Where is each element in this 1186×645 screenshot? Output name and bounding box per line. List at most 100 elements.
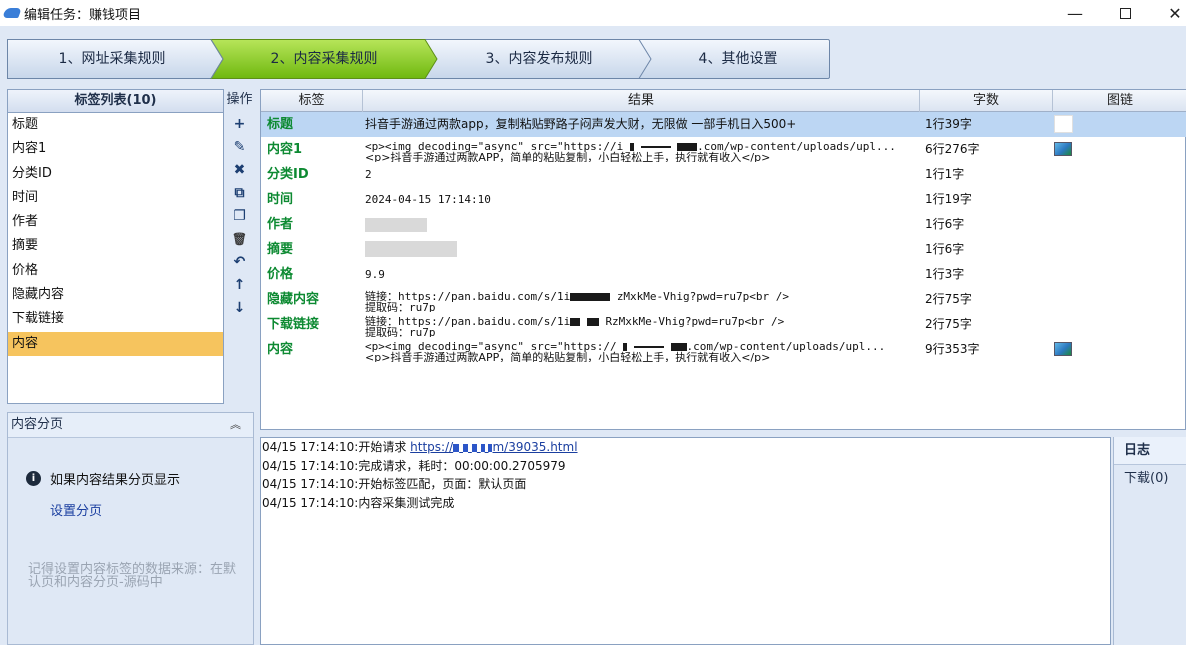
row-result (365, 237, 917, 262)
plus-icon: + (233, 115, 246, 132)
row-result-line-2: <p>抖音手游通过两款APP，简单的粘贴复制，小白轻松上手，执行就有收入</p> (365, 151, 771, 162)
clear-tags-button[interactable]: 🗑 (224, 227, 255, 250)
row-result: <p><img decoding="async" src="https://i … (365, 137, 917, 162)
row-count: 1行39字 (925, 117, 972, 131)
info-icon: i (26, 471, 41, 486)
tag-item[interactable]: 内容1 (8, 137, 223, 161)
tag-item[interactable]: 价格 (8, 259, 223, 283)
maximize-button[interactable] (1100, 0, 1150, 26)
column-header-result[interactable]: 结果 (363, 90, 920, 112)
row-tag: 分类ID (267, 167, 309, 182)
log-panel: 04/15 17:14:10:开始请求 https:// m/39035.htm… (260, 437, 1111, 645)
table-row[interactable]: 内容 <p><img decoding="async" src="https:/… (261, 337, 1186, 362)
blurred-value (365, 218, 427, 232)
grid-header: 标签 结果 字数 图链 (261, 90, 1186, 112)
tag-item[interactable]: 标题 (8, 113, 223, 137)
row-count: 6行276字 (925, 142, 980, 156)
table-row[interactable]: 时间 2024-04-15 17:14:10 1行19字 (261, 187, 1186, 212)
row-tag: 下载链接 (267, 317, 320, 332)
log-tabs: 日志 下载(0) (1113, 437, 1186, 645)
move-up-button[interactable]: ↑ (224, 273, 255, 296)
paste-tag-button[interactable]: ❐ (224, 204, 255, 227)
row-tag: 隐藏内容 (267, 292, 320, 307)
tab-download[interactable]: 下载(0) (1114, 465, 1186, 493)
undo-button[interactable]: ↶ (224, 250, 255, 273)
table-row[interactable]: 内容1 <p><img decoding="async" src="https:… (261, 137, 1186, 162)
redaction (570, 293, 611, 301)
tag-list-header: 标签列表(10) (8, 90, 223, 113)
delete-icon: ✖ (233, 161, 246, 178)
row-tag: 内容 (267, 342, 294, 357)
row-tag: 价格 (267, 267, 294, 282)
paging-title: 内容分页 (11, 417, 64, 432)
wizard-step-1[interactable]: 1、网址采集规则 (7, 39, 217, 79)
row-tag: 内容1 (267, 142, 303, 157)
blank-image-icon (1054, 115, 1073, 133)
set-paging-link[interactable]: 设置分页 (50, 500, 102, 519)
redaction (453, 443, 460, 452)
close-icon: ✕ (1168, 3, 1182, 23)
row-count: 1行1字 (925, 167, 965, 181)
maximize-icon (1119, 7, 1131, 19)
row-result-line: 2 (365, 168, 372, 181)
tab-log[interactable]: 日志 (1114, 437, 1186, 465)
tag-item[interactable]: 摘要 (8, 234, 223, 258)
tag-item[interactable]: 作者 (8, 210, 223, 234)
request-url-link[interactable]: https:// m/39035.html (410, 440, 577, 454)
copy-tag-button[interactable]: ⧉ (224, 181, 255, 204)
table-row[interactable]: 标题 抖音手游通过两款app，复制粘贴野路子闷声发大财，无限做 一部手机日入50… (261, 112, 1186, 137)
row-result (365, 212, 917, 237)
image-thumbnail-icon[interactable] (1054, 142, 1072, 156)
column-header-image[interactable]: 图链 (1053, 90, 1186, 112)
wizard-steps: 1、网址采集规则 2、内容采集规则 3、内容发布规则 4、其他设置 (7, 39, 830, 79)
move-down-button[interactable]: ↓ (224, 296, 255, 319)
table-row[interactable]: 作者 1行6字 (261, 212, 1186, 237)
row-count: 9行353字 (925, 342, 980, 356)
table-row[interactable]: 隐藏内容 链接：https://pan.baidu.com/s/1i zMxkM… (261, 287, 1186, 312)
tag-item[interactable]: 分类ID (8, 162, 223, 186)
column-header-count[interactable]: 字数 (920, 90, 1053, 112)
row-count: 2行75字 (925, 292, 972, 306)
edit-tag-button[interactable]: ✎ (224, 135, 255, 158)
delete-tag-button[interactable]: ✖ (224, 158, 255, 181)
paging-header[interactable]: 内容分页 ︽ (8, 413, 253, 438)
tag-item[interactable]: 隐藏内容 (8, 283, 223, 307)
log-line: 04/15 17:14:10:内容采集测试完成 (262, 495, 455, 510)
tag-item-selected[interactable]: 内容 (8, 331, 223, 356)
redaction (623, 343, 628, 351)
row-tag: 标题 (267, 117, 294, 132)
table-row[interactable]: 摘要 1行6字 (261, 237, 1186, 262)
wizard-step-3[interactable]: 3、内容发布规则 (439, 39, 639, 79)
row-result: 2 (365, 162, 917, 187)
log-line: 04/15 17:14:10:开始请求 https:// m/39035.htm… (261, 438, 1110, 457)
wizard-step-2[interactable]: 2、内容采集规则 (219, 39, 429, 79)
table-row[interactable]: 下载链接 链接：https://pan.baidu.com/s/1i RzMxk… (261, 312, 1186, 337)
column-header-tag[interactable]: 标签 (261, 90, 363, 112)
operations-toolbar: 操作 + ✎ ✖ ⧉ ❐ 🗑 ↶ ↑ ↓ (224, 89, 255, 404)
row-result-line-2: 提取码：ru7p (365, 326, 436, 337)
row-result: <p><img decoding="async" src="https:// .… (365, 337, 917, 362)
paste-icon: ❐ (233, 207, 246, 224)
add-tag-button[interactable]: + (224, 112, 255, 135)
redaction (586, 318, 599, 326)
tag-list-panel: 标签列表(10) 标题 内容1 分类ID 时间 作者 摘要 价格 隐藏内容 下载… (7, 89, 224, 404)
table-row[interactable]: 分类ID 2 1行1字 (261, 162, 1186, 187)
redaction (640, 146, 671, 148)
edit-icon: ✎ (233, 138, 246, 155)
image-thumbnail-icon[interactable] (1054, 342, 1072, 356)
row-result: 2024-04-15 17:14:10 (365, 187, 917, 212)
wizard-step-4[interactable]: 4、其他设置 (647, 39, 829, 79)
request-url-tail[interactable]: m/39035.html (492, 440, 577, 454)
minimize-button[interactable]: — (1050, 0, 1100, 26)
tag-item[interactable]: 时间 (8, 186, 223, 210)
window-title: 编辑任务：赚钱项目 (24, 7, 142, 23)
tag-item[interactable]: 下载链接 (8, 307, 223, 331)
collapse-up-icon[interactable]: ︽ (230, 413, 241, 437)
row-result: 链接：https://pan.baidu.com/s/1i zMxkMe-Vhi… (365, 287, 917, 312)
request-url-head[interactable]: https:// (410, 440, 453, 454)
row-tag: 时间 (267, 192, 294, 207)
row-result-line: 抖音手游通过两款app，复制粘贴野路子闷声发大财，无限做 一部手机日入500+ (365, 117, 797, 131)
close-button[interactable]: ✕ (1150, 0, 1186, 26)
table-row[interactable]: 价格 9.9 1行3字 (261, 262, 1186, 287)
redaction (677, 143, 698, 151)
